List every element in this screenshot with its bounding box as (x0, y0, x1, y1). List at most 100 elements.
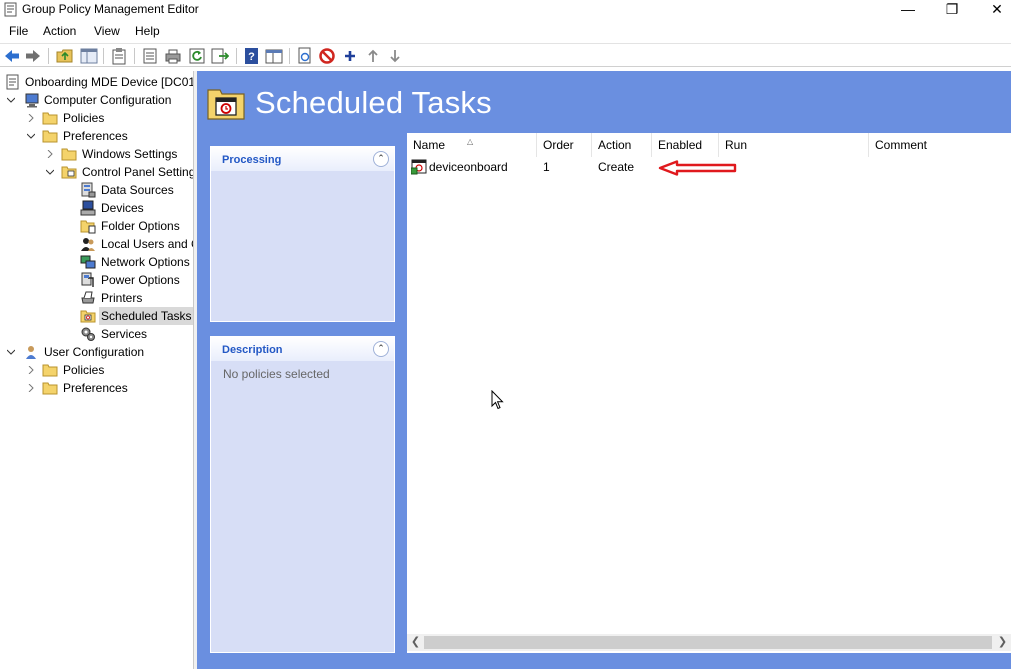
chevron-right-icon[interactable] (46, 150, 54, 158)
folder-icon (42, 382, 58, 395)
move-down-icon[interactable] (386, 47, 404, 65)
toolbar: ? (0, 43, 1011, 67)
tree-label: Policies (63, 111, 105, 125)
move-up-icon[interactable] (364, 47, 382, 65)
tree-item-devices[interactable]: Devices (0, 199, 193, 217)
tree-label: Network Options (101, 255, 190, 269)
menu-action[interactable]: Action (43, 24, 76, 38)
processing-panel: Processing ⌃ (210, 146, 395, 322)
user-icon (26, 346, 36, 359)
description-panel: Description ⌃ No policies selected (210, 336, 395, 653)
chevron-right-icon[interactable] (27, 114, 35, 122)
column-header-enabled[interactable]: Enabled (652, 133, 719, 157)
tree-item-network-options[interactable]: Network Options (0, 253, 193, 271)
menu-bar: File Action View Help (0, 21, 1011, 41)
cell-action: Create (598, 160, 635, 174)
tree-item-scheduled-tasks[interactable]: Scheduled Tasks (0, 307, 193, 325)
console-tree: Onboarding MDE Device [DC01 Computer Con… (0, 71, 193, 669)
scheduled-tasks-header-icon (207, 89, 245, 120)
tree-item-user-preferences[interactable]: Preferences (0, 379, 193, 397)
sort-ascending-icon: △ (467, 137, 474, 146)
chevron-down-icon[interactable] (46, 168, 54, 176)
collapse-chevron-up-icon[interactable]: ⌃ (373, 151, 389, 167)
tree-item-preferences[interactable]: Preferences (0, 127, 193, 145)
control-panel-folder-icon (61, 166, 77, 179)
tree-item-user-configuration[interactable]: User Configuration (0, 343, 193, 361)
forward-icon[interactable] (24, 47, 42, 65)
print-icon[interactable] (164, 47, 182, 65)
column-header-comment[interactable]: Comment (869, 133, 1011, 157)
tree-label: Preferences (63, 381, 128, 395)
export-icon[interactable] (211, 47, 229, 65)
tree-label: Services (101, 327, 148, 341)
scroll-right-icon[interactable]: ❯ (994, 634, 1011, 651)
title-bar: Group Policy Management Editor — ❐ ✕ (0, 0, 1011, 20)
column-header-run[interactable]: Run (719, 133, 869, 157)
details-pane: Scheduled Tasks Processing ⌃ Description… (197, 71, 1011, 669)
chevron-down-icon[interactable] (7, 96, 15, 104)
description-panel-header[interactable]: Description ⌃ (211, 337, 394, 361)
tree-item-gpo-root[interactable]: Onboarding MDE Device [DC01 (0, 73, 193, 91)
column-header-name[interactable]: Name △ (407, 133, 537, 157)
collapse-chevron-up-icon[interactable]: ⌃ (373, 341, 389, 357)
gpo-document-icon (6, 74, 19, 90)
chevron-down-icon[interactable] (27, 132, 35, 140)
tree-label: Computer Configuration (44, 93, 172, 107)
chevron-right-icon[interactable] (27, 366, 35, 374)
back-icon[interactable] (3, 47, 21, 65)
processing-panel-header[interactable]: Processing ⌃ (211, 147, 394, 171)
description-title: Description (222, 344, 283, 356)
chevron-right-icon[interactable] (27, 384, 35, 392)
minimize-button[interactable]: — (888, 0, 928, 20)
tree-item-data-sources[interactable]: Data Sources (0, 181, 193, 199)
tree-item-user-policies[interactable]: Policies (0, 361, 193, 379)
services-gear-icon (81, 327, 95, 341)
horizontal-scrollbar[interactable]: ❮ ❯ (407, 634, 1011, 651)
add-icon[interactable] (341, 47, 359, 65)
menu-view[interactable]: View (94, 24, 120, 38)
scroll-left-icon[interactable]: ❮ (407, 634, 424, 651)
tree-item-power-options[interactable]: Power Options (0, 271, 193, 289)
tree-item-local-users-and-groups[interactable]: Local Users and G (0, 235, 193, 253)
folder-icon (61, 148, 77, 161)
data-sources-icon (81, 182, 96, 198)
show-hide-tree-icon[interactable] (80, 47, 98, 65)
users-icon (81, 238, 95, 251)
chevron-down-icon[interactable] (7, 348, 15, 356)
folder-icon (42, 112, 58, 125)
tree-item-services[interactable]: Services (0, 325, 193, 343)
tree-item-folder-options[interactable]: Folder Options (0, 217, 193, 235)
tree-item-windows-settings[interactable]: Windows Settings (0, 145, 193, 163)
tree-item-control-panel-settings[interactable]: Control Panel Setting (0, 163, 193, 181)
scrollbar-thumb[interactable] (424, 636, 992, 649)
menu-help[interactable]: Help (135, 24, 160, 38)
menu-file[interactable]: File (9, 24, 28, 38)
computer-icon (25, 93, 39, 108)
folder-icon (42, 130, 58, 143)
folder-icon (42, 364, 58, 377)
properties-icon[interactable] (141, 47, 159, 65)
new-item-icon[interactable] (296, 47, 314, 65)
network-icon (80, 255, 96, 269)
close-button[interactable]: ✕ (977, 0, 1011, 20)
tree-label: Printers (101, 291, 143, 305)
tree-label: Scheduled Tasks (99, 307, 193, 325)
restore-button[interactable]: ❐ (932, 0, 972, 20)
svg-text:?: ? (248, 51, 255, 63)
tree-item-computer-configuration[interactable]: Computer Configuration (0, 91, 193, 109)
tree-item-policies[interactable]: Policies (0, 109, 193, 127)
window-title: Group Policy Management Editor (22, 2, 199, 16)
clipboard-icon[interactable] (110, 47, 128, 65)
refresh-icon[interactable] (188, 47, 206, 65)
column-header-order[interactable]: Order (537, 133, 592, 157)
tree-label: Folder Options (101, 219, 180, 233)
tree-label: Onboarding MDE Device [DC01 (25, 75, 193, 89)
tree-label: User Configuration (44, 345, 145, 359)
column-header-action[interactable]: Action (592, 133, 652, 157)
folder-up-icon[interactable] (56, 47, 74, 65)
devices-icon (80, 200, 96, 216)
tree-item-printers[interactable]: Printers (0, 289, 193, 307)
delete-icon[interactable] (318, 47, 336, 65)
help-icon[interactable]: ? (243, 47, 261, 65)
console-icon[interactable] (265, 47, 283, 65)
